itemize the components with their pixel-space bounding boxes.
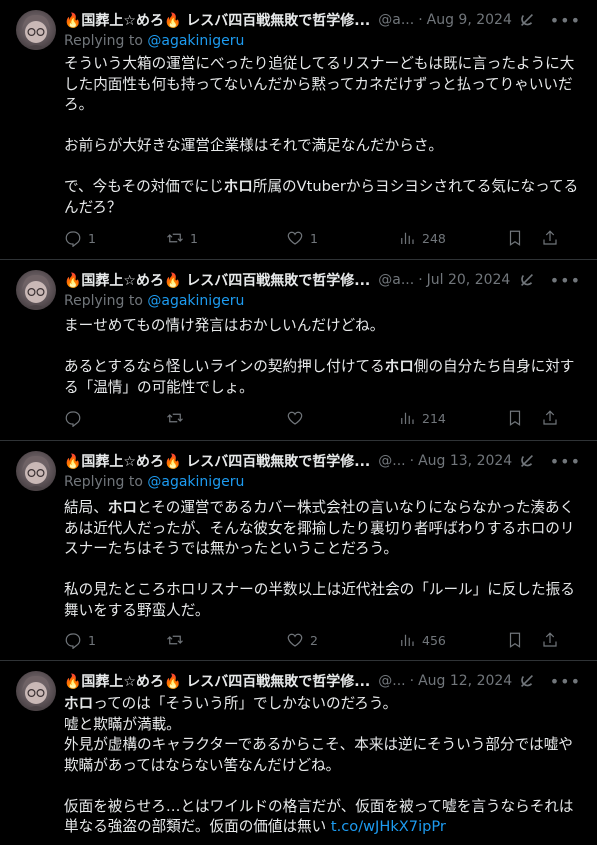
retweet-icon <box>167 413 183 423</box>
avatar[interactable] <box>16 451 56 491</box>
bookmark-icon <box>509 410 521 426</box>
replying-to: Replying to @agakinigeru <box>64 33 245 49</box>
mention-link[interactable]: @agakinigeru <box>147 33 244 49</box>
tweet[interactable]: 🔥国葬上☆めろ🔥 レスバ四百戦無敗で哲学修... @... · Aug 13, … <box>0 441 597 661</box>
tweet-header: 🔥国葬上☆めろ🔥 レスバ四百戦無敗で哲学修... @a... · Aug 9, … <box>64 10 581 30</box>
grok-icon[interactable] <box>518 11 536 29</box>
mention-link[interactable]: @agakinigeru <box>147 474 244 490</box>
tweet-text: まーせめてもの情け発言はおかしいんだけどね。 あるとするなら怪しいラインの契約押… <box>64 317 575 396</box>
more-icon[interactable]: ••• <box>550 271 581 290</box>
share-icon <box>543 632 557 647</box>
username[interactable]: @... <box>378 453 405 469</box>
display-name[interactable]: 🔥国葬上☆めろ🔥 レスバ四百戦無敗で哲学修... <box>64 10 370 30</box>
grok-icon[interactable] <box>518 672 536 690</box>
mention-link[interactable]: @agakinigeru <box>147 293 244 309</box>
reply-button[interactable]: 1 <box>64 229 166 247</box>
tweet-feed: 🔥国葬上☆めろ🔥 レスバ四百戦無敗で哲学修... @a... · Aug 9, … <box>0 0 597 845</box>
action-bar: 1 2 456 <box>64 630 581 650</box>
grok-icon[interactable] <box>518 452 536 470</box>
more-icon[interactable]: ••• <box>550 11 581 30</box>
views-icon <box>401 634 414 646</box>
view-count: 214 <box>422 410 446 426</box>
like-button[interactable]: 2 <box>286 631 398 649</box>
timestamp[interactable]: Aug 9, 2024 <box>427 12 512 28</box>
reply-icon <box>65 231 81 247</box>
username[interactable]: @... <box>378 673 405 689</box>
replying-to: Replying to @agakinigeru <box>64 474 245 490</box>
timestamp[interactable]: Jul 20, 2024 <box>427 272 511 288</box>
retweet-count: 1 <box>190 230 198 246</box>
views-button[interactable]: 248 <box>398 229 502 247</box>
more-icon[interactable]: ••• <box>550 452 581 471</box>
retweet-button[interactable]: 1 <box>166 229 286 247</box>
reply-button[interactable]: 1 <box>64 631 166 649</box>
username[interactable]: @a... <box>378 272 414 288</box>
share-button[interactable] <box>541 229 559 247</box>
reply-count: 1 <box>88 230 96 246</box>
retweet-button[interactable] <box>166 631 286 649</box>
share-button[interactable] <box>541 409 559 427</box>
views-button[interactable]: 456 <box>398 631 502 649</box>
reply-button[interactable] <box>64 409 166 427</box>
bookmark-button[interactable] <box>506 229 524 247</box>
retweet-icon <box>167 635 183 645</box>
timestamp[interactable]: Aug 13, 2024 <box>418 453 512 469</box>
bookmark-button[interactable] <box>506 631 524 649</box>
timestamp[interactable]: Aug 12, 2024 <box>418 673 512 689</box>
separator-dot: · <box>409 453 415 469</box>
display-name[interactable]: 🔥国葬上☆めろ🔥 レスバ四百戦無敗で哲学修... <box>64 671 370 691</box>
heart-icon <box>287 231 303 245</box>
separator-dot: · <box>409 673 415 689</box>
share-button[interactable] <box>541 631 559 649</box>
views-icon <box>401 232 414 244</box>
bookmark-button[interactable] <box>506 409 524 427</box>
avatar[interactable] <box>16 270 56 310</box>
tweet-header: 🔥国葬上☆めろ🔥 レスバ四百戦無敗で哲学修... @a... · Jul 20,… <box>64 270 581 290</box>
retweet-icon <box>167 233 183 243</box>
more-icon[interactable]: ••• <box>550 672 581 691</box>
heart-icon <box>287 633 303 647</box>
avatar[interactable] <box>16 671 56 711</box>
replying-to: Replying to @agakinigeru <box>64 293 245 309</box>
views-icon <box>401 412 414 424</box>
action-bar: 214 <box>64 408 581 428</box>
tweet-text: そういう大箱の運営にべったり追従してるリスナーどもは既に言ったように大した内面性… <box>64 55 579 216</box>
heart-icon <box>287 411 303 425</box>
view-count: 456 <box>422 632 446 648</box>
grok-icon[interactable] <box>518 271 536 289</box>
display-name[interactable]: 🔥国葬上☆めろ🔥 レスバ四百戦無敗で哲学修... <box>64 451 370 471</box>
share-icon <box>543 230 557 245</box>
like-button[interactable] <box>286 409 398 427</box>
action-bar: 1 1 1 248 <box>64 228 581 248</box>
bookmark-icon <box>509 632 521 648</box>
bookmark-icon <box>509 230 521 246</box>
share-icon <box>543 410 557 425</box>
username[interactable]: @a... <box>378 12 414 28</box>
reply-icon <box>65 411 81 427</box>
retweet-button[interactable] <box>166 409 286 427</box>
tweet[interactable]: 🔥国葬上☆めろ🔥 レスバ四百戦無敗で哲学修... @... · Aug 12, … <box>0 661 597 845</box>
view-count: 248 <box>422 230 446 246</box>
avatar[interactable] <box>16 10 56 50</box>
reply-icon <box>65 633 81 649</box>
display-name[interactable]: 🔥国葬上☆めろ🔥 レスバ四百戦無敗で哲学修... <box>64 270 370 290</box>
tweet[interactable]: 🔥国葬上☆めろ🔥 レスバ四百戦無敗で哲学修... @a... · Aug 9, … <box>0 0 597 260</box>
separator-dot: · <box>418 12 423 28</box>
like-button[interactable]: 1 <box>286 229 398 247</box>
like-count: 1 <box>310 230 318 246</box>
reply-count: 1 <box>88 632 96 648</box>
tweet-text: ホロってのは「そういう所」でしかないのだろう。 嘘と欺瞞が満載。 外見が虚構のキ… <box>64 695 574 835</box>
tweet[interactable]: 🔥国葬上☆めろ🔥 レスバ四百戦無敗で哲学修... @a... · Jul 20,… <box>0 260 597 441</box>
tweet-header: 🔥国葬上☆めろ🔥 レスバ四百戦無敗で哲学修... @... · Aug 13, … <box>64 451 581 471</box>
tweet-header: 🔥国葬上☆めろ🔥 レスバ四百戦無敗で哲学修... @... · Aug 12, … <box>64 671 581 691</box>
views-button[interactable]: 214 <box>398 409 502 427</box>
separator-dot: · <box>418 272 423 288</box>
tweet-text: 結局、ホロとその運営であるカバー株式会社の言いなりにならなかった湊あくあは近代人… <box>64 499 575 619</box>
like-count: 2 <box>310 632 318 648</box>
